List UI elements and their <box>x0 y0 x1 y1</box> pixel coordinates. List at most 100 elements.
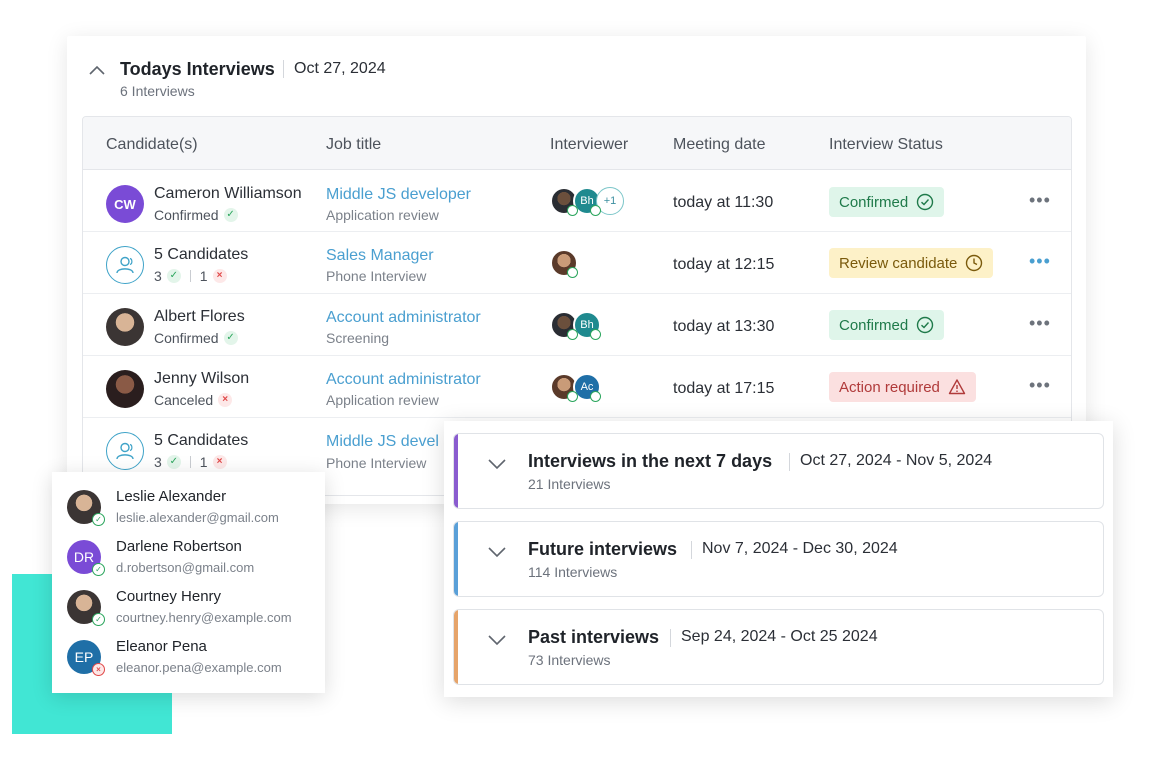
candidate-status: Confirmed ✓ <box>154 207 238 223</box>
accepted-icon <box>567 205 578 216</box>
status-badge[interactable]: Action required <box>829 372 976 402</box>
chevron-down-icon[interactable] <box>488 458 506 470</box>
section-count: 73 Interviews <box>528 652 611 668</box>
users-icon <box>116 256 134 274</box>
more-options-icon[interactable]: ••• <box>1029 251 1051 272</box>
rejected-count: 1 <box>199 454 208 470</box>
avatar: CW <box>106 185 144 223</box>
job-title-link[interactable]: Middle JS devel <box>326 433 439 451</box>
table-row[interactable]: CW Cameron Williamson Confirmed ✓ Middle… <box>83 170 1071 232</box>
list-item[interactable]: ✓ Leslie Alexander leslie.alexander@gmai… <box>52 484 325 534</box>
section-date-range: Oct 27, 2024 - Nov 5, 2024 <box>800 452 993 469</box>
chevron-down-icon[interactable] <box>488 634 506 646</box>
x-icon: × <box>218 393 233 407</box>
job-title-link[interactable]: Sales Manager <box>326 247 434 265</box>
list-item[interactable]: ✓ Courtney Henry courtney.henry@example.… <box>52 584 325 634</box>
divider <box>189 270 191 282</box>
candidates-group-avatar <box>106 432 144 470</box>
section-past[interactable]: Past interviews Sep 24, 2024 - Oct 25 20… <box>453 609 1104 685</box>
table-row[interactable]: 5 Candidates 3 ✓ 1 × Sales Manager Phone… <box>83 232 1071 294</box>
person-email: eleanor.pena@example.com <box>116 660 282 675</box>
candidate-counts: 3 ✓ 1 × <box>154 454 227 470</box>
interviewer-avatars[interactable] <box>550 249 590 279</box>
section-title: Future interviews <box>528 539 678 559</box>
chevron-down-icon[interactable] <box>488 546 506 558</box>
column-header-job-title[interactable]: Job title <box>326 136 381 154</box>
section-date-range: Nov 7, 2024 - Dec 30, 2024 <box>702 540 898 557</box>
accepted-icon <box>567 391 578 402</box>
title-divider <box>283 60 284 78</box>
x-icon: × <box>92 663 105 676</box>
candidate-name[interactable]: Cameron Williamson <box>154 185 302 203</box>
candidate-status-label: Canceled <box>154 392 214 408</box>
rejected-count: 1 <box>199 268 208 284</box>
column-header-status[interactable]: Interview Status <box>829 136 943 154</box>
column-header-interviewer[interactable]: Interviewer <box>550 136 628 154</box>
accepted-icon <box>590 205 601 216</box>
todays-interviews-header[interactable]: Todays Interviews Oct 27, 2024 6 Intervi… <box>67 36 1086 116</box>
person-name: Eleanor Pena <box>116 638 207 655</box>
job-stage: Application review <box>326 207 439 223</box>
check-circle-icon <box>917 193 934 211</box>
section-count: 21 Interviews <box>528 476 611 492</box>
candidate-status: Canceled × <box>154 392 233 408</box>
table-row[interactable]: Jenny Wilson Canceled × Account administ… <box>83 356 1071 418</box>
status-label: Review candidate <box>839 254 958 272</box>
accepted-count: 3 <box>154 454 162 470</box>
more-options-icon[interactable]: ••• <box>1029 313 1051 334</box>
status-badge[interactable]: Confirmed <box>829 187 945 217</box>
status-label: Confirmed <box>839 316 909 334</box>
person-email: d.robertson@gmail.com <box>116 560 255 575</box>
person-name: Darlene Robertson <box>116 538 242 555</box>
candidate-name[interactable]: Jenny Wilson <box>154 370 249 388</box>
meeting-date: today at 13:30 <box>673 318 775 335</box>
job-title-link[interactable]: Middle JS developer <box>326 186 471 204</box>
section-next-7-days[interactable]: Interviews in the next 7 days Oct 27, 20… <box>453 433 1104 509</box>
accepted-icon <box>567 329 578 340</box>
status-label: Action required <box>839 378 940 396</box>
section-date: Oct 27, 2024 <box>294 60 386 77</box>
more-options-icon[interactable]: ••• <box>1029 375 1051 396</box>
table-row[interactable]: Albert Flores Confirmed ✓ Account admini… <box>83 294 1071 356</box>
avatar <box>106 308 144 346</box>
interviewer-avatars[interactable]: Bh +1 <box>550 187 640 217</box>
section-title: Todays Interviews <box>120 59 275 79</box>
list-item[interactable]: DR ✓ Darlene Robertson d.robertson@gmail… <box>52 534 325 584</box>
interviewer-avatars[interactable]: Ac <box>550 373 610 403</box>
table-header: Candidate(s) Job title Interviewer Meeti… <box>83 117 1071 170</box>
list-item[interactable]: EP × Eleanor Pena eleanor.pena@example.c… <box>52 634 325 684</box>
section-title: Past interviews <box>528 627 660 647</box>
person-name: Courtney Henry <box>116 588 222 605</box>
section-accent <box>454 522 458 596</box>
meeting-date: today at 11:30 <box>673 194 774 211</box>
job-stage: Phone Interview <box>326 455 427 471</box>
candidate-name[interactable]: Albert Flores <box>154 308 245 326</box>
section-title: Interviews in the next 7 days <box>528 451 773 471</box>
check-icon: ✓ <box>92 563 105 576</box>
job-title-link[interactable]: Account administrator <box>326 309 481 327</box>
status-badge[interactable]: Confirmed <box>829 310 945 340</box>
x-icon: × <box>212 269 227 283</box>
interviewer-avatars[interactable]: Bh <box>550 311 610 341</box>
check-icon: ✓ <box>223 208 238 222</box>
check-icon: ✓ <box>223 331 238 345</box>
chevron-up-icon[interactable] <box>89 64 105 76</box>
status-badge[interactable]: Review candidate <box>829 248 994 278</box>
warning-icon <box>948 379 966 395</box>
candidate-status: Confirmed ✓ <box>154 330 238 346</box>
interview-sections-panel: Interviews in the next 7 days Oct 27, 20… <box>444 421 1113 697</box>
candidate-name[interactable]: 5 Candidates <box>154 432 248 450</box>
column-header-candidates[interactable]: Candidate(s) <box>106 136 198 154</box>
candidates-group-avatar <box>106 246 144 284</box>
section-date-range: Sep 24, 2024 - Oct 25 2024 <box>681 628 878 645</box>
more-options-icon[interactable]: ••• <box>1029 190 1051 211</box>
candidate-name[interactable]: 5 Candidates <box>154 246 248 264</box>
section-future[interactable]: Future interviews Nov 7, 2024 - Dec 30, … <box>453 521 1104 597</box>
column-header-meeting-date[interactable]: Meeting date <box>673 136 766 154</box>
accepted-icon <box>590 329 601 340</box>
check-icon: ✓ <box>92 513 105 526</box>
job-title-link[interactable]: Account administrator <box>326 371 481 389</box>
title-divider <box>789 453 790 471</box>
job-stage: Screening <box>326 330 390 346</box>
candidate-status-label: Confirmed <box>154 330 219 346</box>
